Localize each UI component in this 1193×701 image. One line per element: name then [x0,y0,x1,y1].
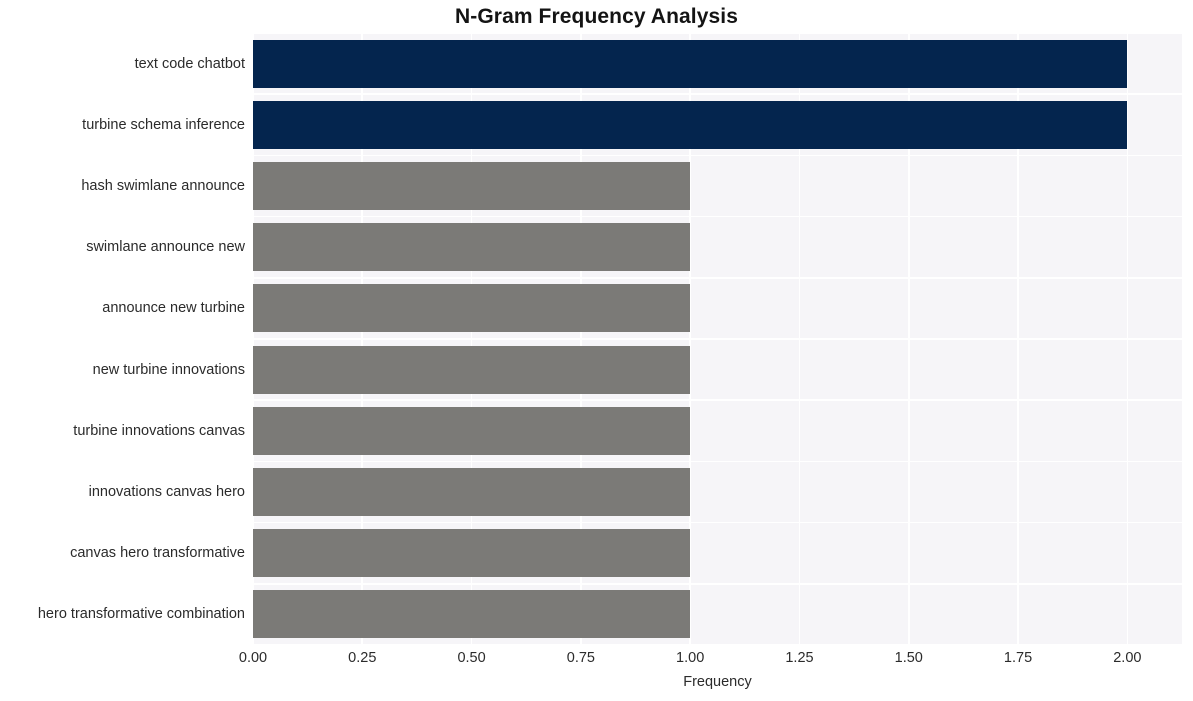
bar [253,39,1128,88]
x-axis-tick-label: 1.25 [785,650,814,666]
y-axis-tick-label: turbine schema inference [82,116,245,133]
bar [253,406,691,455]
y-axis-tick-label: turbine innovations canvas [73,422,245,439]
y-axis-tick-label: text code chatbot [134,55,245,72]
x-axis-tick-label: 1.50 [894,650,923,666]
gridline-horizontal [253,399,1182,401]
x-axis-tick-label: 0.50 [457,650,486,666]
gridline-horizontal [253,93,1182,95]
bar [253,468,691,516]
x-axis-tick-label: 1.75 [1003,650,1033,666]
x-axis-title: Frequency [683,674,752,690]
x-axis-tick-label: 0.00 [238,650,268,666]
y-axis-tick-label: announce new turbine [102,300,245,317]
y-axis-tick-label: swimlane announce new [86,239,245,256]
x-axis-tick-labels: 0.00 0.25 0.50 0.75 1.00 1.25 1.50 1.75 2.00 [0,650,1193,672]
x-axis-tick-label: 2.00 [1113,650,1142,666]
gridline-horizontal [253,521,1182,524]
gridline-horizontal [253,277,1182,279]
y-axis-tick-labels: text code chatbot turbine schema inferenc… [0,33,245,645]
bar [253,162,691,210]
x-axis-tick-label: 1.00 [676,650,705,666]
gridline-horizontal [253,338,1182,340]
gridline-horizontal [253,644,1182,645]
bar [253,100,1128,149]
y-axis-tick-label: new turbine innovations [92,361,245,378]
gridline-horizontal [253,460,1182,463]
x-axis-tick-label: 0.75 [566,650,595,666]
y-axis-tick-label: hero transformative combination [37,606,245,623]
bar [253,529,691,578]
y-axis-tick-label: canvas hero transformative [70,545,245,562]
y-axis-tick-label: hash swimlane announce [81,178,245,194]
gridline-horizontal [253,154,1182,157]
chart-figure: N-Gram Frequency Analysis text code chat… [0,0,1193,701]
gridline-horizontal [253,215,1182,218]
chart-title: N-Gram Frequency Analysis [455,5,738,28]
bar [253,284,691,333]
bar [253,590,691,639]
bar [253,345,691,394]
gridline-horizontal [253,583,1182,585]
bar [253,223,691,272]
plot-area [253,33,1182,645]
x-axis-tick-label: 0.25 [348,650,377,666]
gridline-horizontal [253,33,1182,34]
y-axis-tick-label: innovations canvas hero [88,484,245,500]
